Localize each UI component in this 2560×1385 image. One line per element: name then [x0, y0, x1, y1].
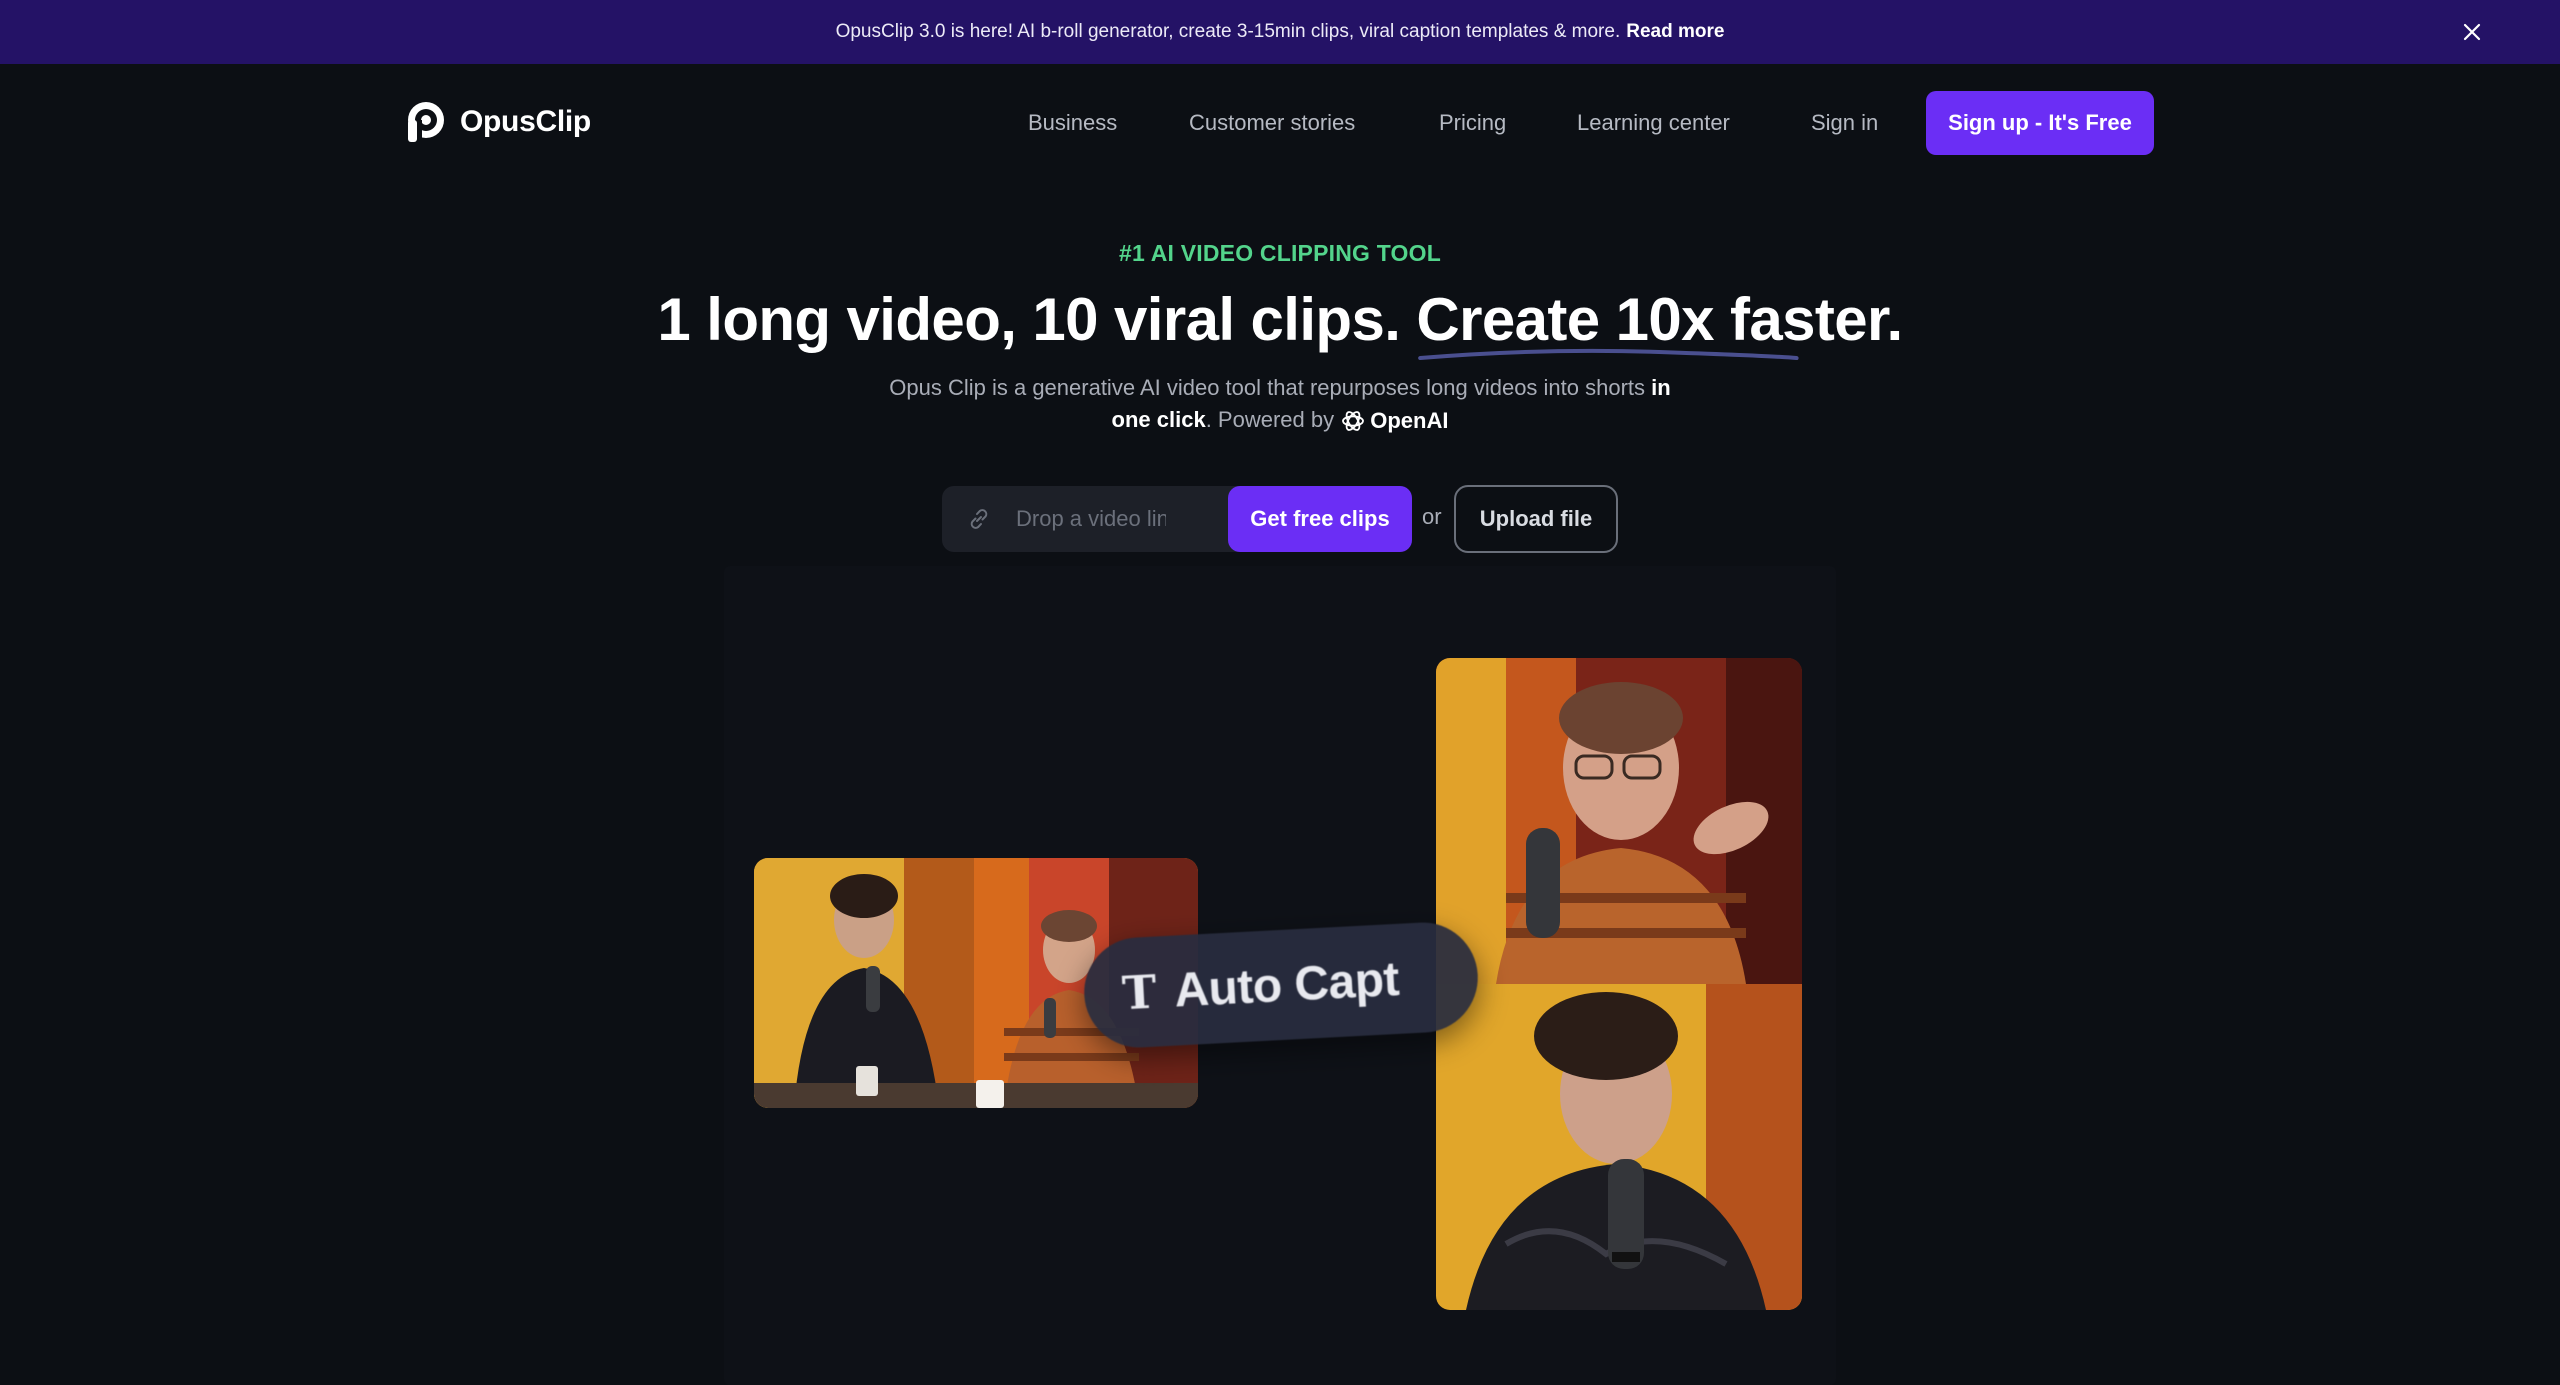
- headline-part1: 1 long video, 10 viral clips.: [657, 286, 1401, 353]
- hero-eyebrow: #1 AI VIDEO CLIPPING TOOL: [1119, 240, 1441, 266]
- opusclip-logo-icon: [408, 102, 444, 142]
- nav-business[interactable]: Business: [1028, 110, 1117, 136]
- nav-sign-in[interactable]: Sign in: [1811, 110, 1878, 136]
- nav-learning-center[interactable]: Learning center: [1577, 110, 1730, 136]
- headline-part2-wrap: Create 10x faster.: [1416, 280, 1903, 360]
- get-free-clips-button[interactable]: Get free clips: [1228, 486, 1412, 552]
- nav-pricing[interactable]: Pricing: [1439, 110, 1506, 136]
- video-link-input[interactable]: [1016, 486, 1166, 552]
- subtitle-text-2: . Powered by: [1205, 407, 1335, 432]
- caption-pill-label: Auto Capt: [1172, 952, 1401, 1018]
- nav-customer-stories[interactable]: Customer stories: [1189, 110, 1355, 136]
- underline-swoosh-icon: [1418, 348, 1799, 360]
- upload-file-button[interactable]: Upload file: [1454, 485, 1618, 553]
- demo-preview: T Auto Capt: [724, 566, 1836, 1385]
- hero-headline: 1 long video, 10 viral clips. Create 10x…: [0, 280, 2560, 360]
- link-icon: [970, 509, 988, 529]
- openai-icon: [1342, 411, 1365, 432]
- or-label: or: [1422, 504, 1442, 529]
- vertical-clip-bottom: [1436, 984, 1802, 1310]
- subtitle-text: Opus Clip is a generative AI video tool …: [889, 375, 1646, 400]
- auto-caption-pill: T Auto Capt: [1081, 919, 1481, 1051]
- openai-brand: OpenAI: [1340, 405, 1448, 437]
- close-icon[interactable]: [2460, 20, 2484, 44]
- read-more-link[interactable]: Read more: [1626, 21, 1724, 43]
- top-nav: OpusClip Business Customer stories Prici…: [0, 64, 2560, 182]
- announcement-text: OpusClip 3.0 is here! AI b-roll generato…: [835, 21, 1621, 42]
- vertical-clip-top: [1436, 658, 1802, 984]
- openai-label: OpenAI: [1370, 408, 1449, 434]
- headline-part2: Create 10x faster.: [1416, 286, 1903, 353]
- signup-button[interactable]: Sign up - It's Free: [1926, 91, 2154, 155]
- logo[interactable]: OpusClip: [404, 100, 591, 144]
- hero-subtitle: Opus Clip is a generative AI video tool …: [880, 372, 1680, 437]
- text-caption-icon: T: [1120, 964, 1158, 1021]
- brand-name: OpusClip: [460, 105, 591, 138]
- announcement-bar: OpusClip 3.0 is here! AI b-roll generato…: [0, 0, 2560, 64]
